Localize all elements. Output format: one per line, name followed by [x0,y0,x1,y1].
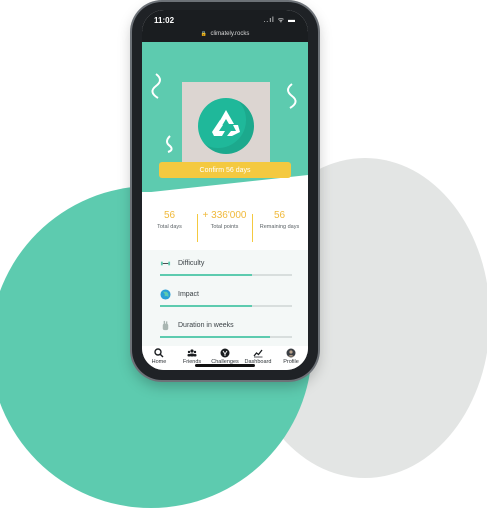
metric-label: Impact [178,291,200,298]
challenges-icon [220,348,230,358]
tab-label: Profile [283,359,299,365]
status-time: 11:02 [154,16,175,25]
metric-fill [160,336,270,338]
metric-label: Duration in weeks [178,322,234,329]
recycle-icon [198,98,254,154]
dumbbell-icon [160,261,171,266]
stat-value: + 336'000 [202,210,247,221]
tab-challenges[interactable]: Challenges [208,348,242,365]
url-text: climately.rocks [210,31,250,37]
hand-icon [162,320,169,331]
phone-mockup: 11:02 ..ıl ᯤ ▬ 🔒 climately.rocks Confirm… [132,2,318,380]
metric-fill [160,305,253,307]
stat-remaining-days: 56 Remaining days [252,210,307,230]
metric-difficulty: Difficulty [160,258,292,282]
globe-icon [160,289,171,300]
status-bar: 11:02 ..ıl ᯤ ▬ [142,10,308,30]
stat-value: 56 [163,210,176,221]
squiggle-decoration-right [287,83,297,109]
status-icons: ..ıl ᯤ ▬ [263,17,296,24]
challenge-metrics: Difficulty Impact Duration in weeks [142,250,308,348]
squiggle-decoration-left [151,73,161,99]
stat-total-days: 56 Total days [142,210,197,230]
metric-impact: Impact [160,289,292,313]
stat-label: Total points [210,224,239,230]
metric-fill [160,274,253,276]
stat-label: Remaining days [259,224,300,230]
challenge-illustration [182,82,270,172]
friends-icon [187,349,197,357]
search-icon [154,348,164,358]
browser-url-bar[interactable]: 🔒 climately.rocks [142,28,308,42]
chart-icon [253,349,263,358]
profile-icon [286,348,296,358]
challenge-stats: 56 Total days + 336'000 Total points 56 … [142,210,308,248]
phone-screen: 11:02 ..ıl ᯤ ▬ 🔒 climately.rocks Confirm… [142,10,308,370]
tab-friends[interactable]: Friends [175,348,209,365]
stat-total-points: + 336'000 Total points [197,210,252,230]
lock-icon: 🔒 [200,31,207,37]
confirm-days-button[interactable]: Confirm 56 days [159,162,291,178]
tab-label: Home [151,359,167,365]
tab-home[interactable]: Home [142,348,176,365]
metric-label: Difficulty [178,260,205,267]
squiggle-decoration-bottom [166,135,173,153]
tab-profile[interactable]: Profile [274,348,308,365]
home-indicator [195,364,255,367]
stat-label: Total days [157,224,182,230]
tab-dashboard[interactable]: Dashboard [241,348,275,365]
stat-value: 56 [273,210,286,221]
metric-duration: Duration in weeks [160,320,292,344]
